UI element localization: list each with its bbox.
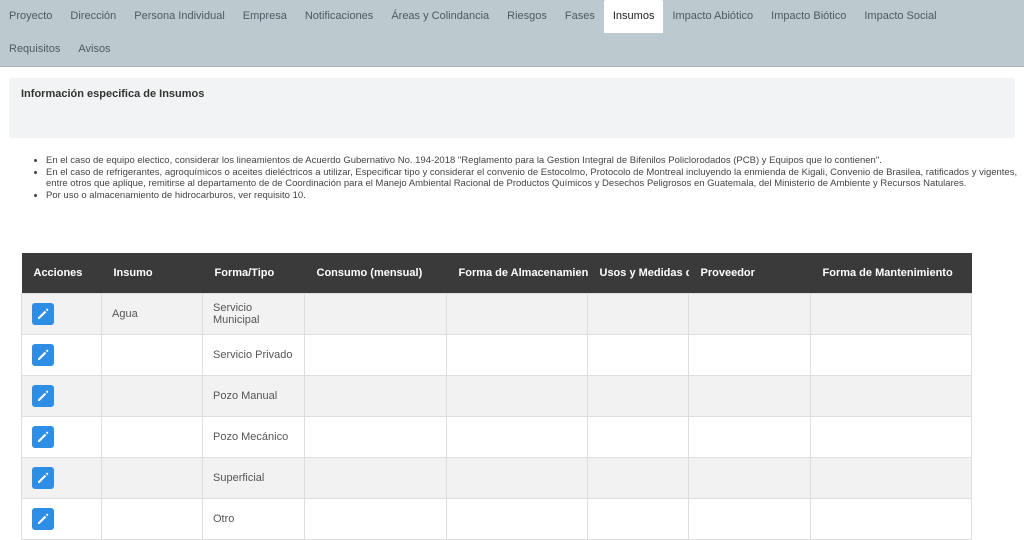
insumos-table: Acciones Insumo Forma/Tipo Consumo (mens…: [21, 253, 972, 540]
col-header-forma-tipo: Forma/Tipo: [202, 253, 305, 294]
actions-cell: [21, 457, 102, 499]
almacenamiento-cell: [446, 457, 588, 499]
panel-title: Información especifica de Insumos: [21, 88, 205, 100]
edit-button[interactable]: [32, 344, 54, 366]
table-row: Pozo Mecánico: [21, 416, 972, 458]
edit-button[interactable]: [32, 467, 54, 489]
usos-cell: [587, 457, 689, 499]
consumo-cell: [304, 334, 447, 376]
mantenimiento-cell: [810, 334, 972, 376]
col-header-consumo: Consumo (mensual): [304, 253, 447, 294]
table-row: Otro: [21, 498, 972, 540]
insumo-cell: [101, 498, 203, 540]
forma-tipo-cell: Servicio Municipal: [202, 293, 305, 335]
insumo-cell: [101, 375, 203, 417]
tab-areas-y-colindancia[interactable]: Áreas y Colindancia: [382, 0, 498, 33]
almacenamiento-cell: [446, 416, 588, 458]
actions-cell: [21, 334, 102, 376]
tab-riesgos[interactable]: Riesgos: [498, 0, 556, 33]
pencil-icon: [37, 472, 49, 484]
col-header-acciones: Acciones: [21, 253, 102, 294]
tab-requisitos[interactable]: Requisitos: [0, 33, 69, 66]
col-header-usos: Usos y Medidas de: [587, 253, 689, 294]
insumo-cell: Agua: [101, 293, 203, 335]
forma-tipo-cell: Superficial: [202, 457, 305, 499]
mantenimiento-cell: [810, 416, 972, 458]
insumo-cell: [101, 416, 203, 458]
edit-button[interactable]: [32, 385, 54, 407]
proveedor-cell: [688, 375, 811, 417]
consumo-cell: [304, 416, 447, 458]
table-header-row: Acciones Insumo Forma/Tipo Consumo (mens…: [21, 253, 972, 294]
edit-button[interactable]: [32, 426, 54, 448]
pencil-icon: [37, 513, 49, 525]
note-item: En el caso de refrigerantes, agroquímico…: [46, 167, 1024, 189]
forma-tipo-cell: Pozo Manual: [202, 375, 305, 417]
table-row: Superficial: [21, 457, 972, 499]
tab-avisos[interactable]: Avisos: [69, 33, 119, 66]
col-header-insumo: Insumo: [101, 253, 203, 294]
tab-proyecto[interactable]: Proyecto: [0, 0, 61, 33]
proveedor-cell: [688, 416, 811, 458]
note-item: Por uso o almacenamiento de hidrocarburo…: [46, 190, 1024, 201]
actions-cell: [21, 293, 102, 335]
edit-button[interactable]: [32, 303, 54, 325]
almacenamiento-cell: [446, 293, 588, 335]
col-header-mantenimiento: Forma de Mantenimiento: [810, 253, 972, 294]
tab-empresa[interactable]: Empresa: [234, 0, 296, 33]
usos-cell: [587, 416, 689, 458]
consumo-cell: [304, 457, 447, 499]
almacenamiento-cell: [446, 375, 588, 417]
notes-list: En el caso de equipo electico, considera…: [30, 155, 1024, 202]
consumo-cell: [304, 498, 447, 540]
mantenimiento-cell: [810, 375, 972, 417]
forma-tipo-cell: Servicio Privado: [202, 334, 305, 376]
table-row: Servicio Privado: [21, 334, 972, 376]
tab-impacto-social[interactable]: Impacto Social: [855, 0, 945, 33]
forma-tipo-cell: Pozo Mecánico: [202, 416, 305, 458]
tab-direccion[interactable]: Dirección: [61, 0, 125, 33]
almacenamiento-cell: [446, 498, 588, 540]
pencil-icon: [37, 390, 49, 402]
proveedor-cell: [688, 498, 811, 540]
tab-row-2: Requisitos Avisos: [0, 33, 120, 66]
pencil-icon: [37, 308, 49, 320]
tab-impacto-biotico[interactable]: Impacto Biótico: [762, 0, 855, 33]
tab-persona-individual[interactable]: Persona Individual: [125, 0, 234, 33]
consumo-cell: [304, 375, 447, 417]
forma-tipo-cell: Otro: [202, 498, 305, 540]
col-header-proveedor: Proveedor: [688, 253, 811, 294]
tab-insumos[interactable]: Insumos: [603, 0, 664, 33]
tab-fases[interactable]: Fases: [556, 0, 604, 33]
table-row: Pozo Manual: [21, 375, 972, 417]
actions-cell: [21, 416, 102, 458]
pencil-icon: [37, 431, 49, 443]
usos-cell: [587, 375, 689, 417]
edit-button[interactable]: [32, 508, 54, 530]
usos-cell: [587, 293, 689, 335]
pencil-icon: [37, 349, 49, 361]
tab-bar: Proyecto Dirección Persona Individual Empre…: [0, 0, 1024, 67]
mantenimiento-cell: [810, 293, 972, 335]
insumo-cell: [101, 457, 203, 499]
insumo-cell: [101, 334, 203, 376]
info-panel: Información especifica de Insumos: [9, 78, 1015, 138]
proveedor-cell: [688, 293, 811, 335]
tab-impacto-abiotico[interactable]: Impacto Abiótico: [663, 0, 762, 33]
almacenamiento-cell: [446, 334, 588, 376]
tab-notificaciones[interactable]: Notificaciones: [296, 0, 382, 33]
actions-cell: [21, 375, 102, 417]
usos-cell: [587, 498, 689, 540]
actions-cell: [21, 498, 102, 540]
col-header-almacenamiento: Forma de Almacenamiento: [446, 253, 588, 294]
proveedor-cell: [688, 457, 811, 499]
table-row: Agua Servicio Municipal: [21, 293, 972, 335]
consumo-cell: [304, 293, 447, 335]
mantenimiento-cell: [810, 498, 972, 540]
note-item: En el caso de equipo electico, considera…: [46, 155, 1024, 166]
tab-row-1: Proyecto Dirección Persona Individual Empre…: [0, 0, 946, 33]
mantenimiento-cell: [810, 457, 972, 499]
proveedor-cell: [688, 334, 811, 376]
usos-cell: [587, 334, 689, 376]
